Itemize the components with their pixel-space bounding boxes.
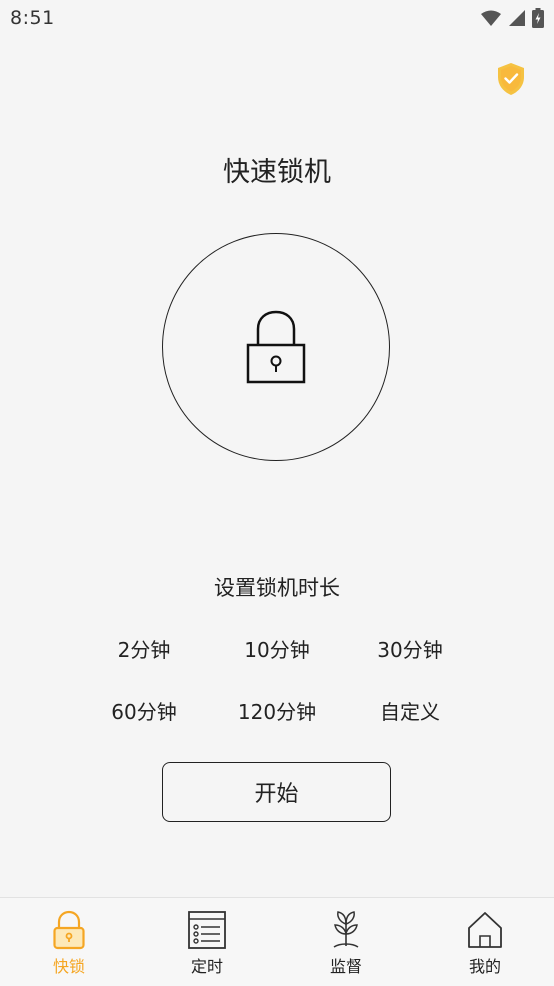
status-bar: 8:51: [0, 0, 554, 38]
duration-option-60min[interactable]: 60分钟: [74, 696, 214, 725]
duration-heading: 设置锁机时长: [214, 576, 340, 600]
duration-option-10min[interactable]: 10分钟: [207, 634, 347, 663]
nav-item-profile[interactable]: 我的: [416, 898, 554, 986]
duration-option-custom[interactable]: 自定义: [340, 696, 480, 725]
wifi-icon: [481, 10, 501, 26]
duration-option-2min[interactable]: 2分钟: [74, 634, 214, 663]
nav-item-schedule[interactable]: 定时: [138, 898, 276, 986]
start-button[interactable]: 开始: [162, 762, 391, 822]
battery-icon: [532, 8, 544, 28]
lock-icon: [53, 910, 85, 950]
home-icon: [468, 912, 502, 948]
shield-check-icon[interactable]: [496, 62, 526, 96]
signal-icon: [509, 10, 525, 26]
nav-label-quick-lock: 快锁: [52, 957, 85, 976]
nav-label-schedule: 定时: [190, 957, 223, 976]
page-title: 快速锁机: [223, 157, 331, 188]
status-time: 8:51: [10, 7, 55, 29]
bottom-nav: 快锁 定时 监督 我的: [0, 897, 554, 986]
nav-label-profile: 我的: [468, 957, 501, 976]
padlock-icon: [246, 310, 306, 384]
duration-option-120min[interactable]: 120分钟: [207, 696, 347, 725]
nav-label-supervise: 监督: [329, 957, 362, 976]
status-icons: [480, 8, 544, 28]
duration-option-30min[interactable]: 30分钟: [340, 634, 480, 663]
nav-item-quick-lock[interactable]: 快锁: [0, 898, 138, 986]
nav-item-supervise[interactable]: 监督: [277, 898, 415, 986]
plant-icon: [333, 911, 359, 948]
lock-button[interactable]: [162, 233, 390, 461]
list-icon: [188, 911, 226, 949]
